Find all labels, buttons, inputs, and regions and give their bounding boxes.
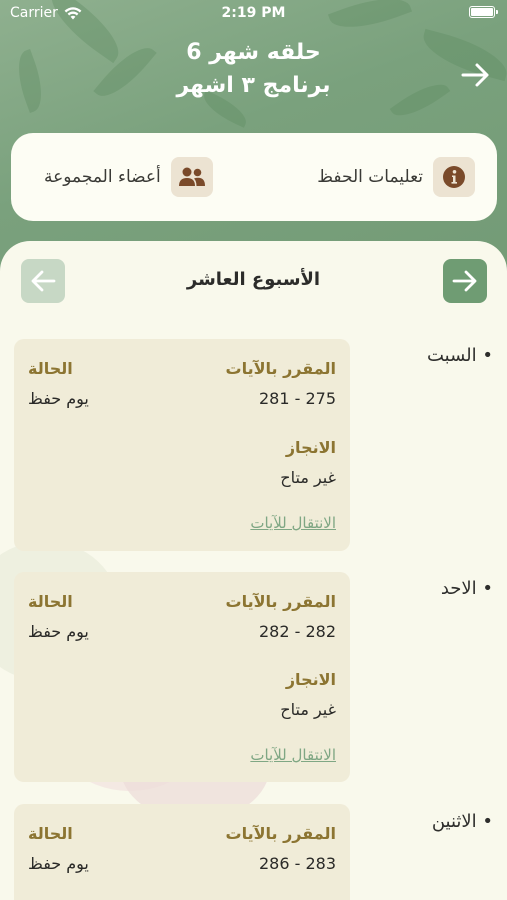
arrow-left-icon [31, 270, 56, 292]
status-label: الحالة [28, 824, 73, 843]
clock: 2:19 PM [221, 5, 286, 21]
status-value: يوم حفظ [28, 389, 89, 408]
status-bar: Carrier 2:19 PM [0, 0, 507, 30]
status-label: الحالة [28, 592, 73, 611]
achievement-label: الانجاز [285, 670, 336, 689]
week-title: الأسبوع العاشر [186, 269, 321, 290]
group-icon [178, 167, 205, 186]
go-to-verses-link[interactable]: الانتقال للآيات [250, 514, 336, 532]
assigned-label: المقرر بالآيات [225, 359, 337, 378]
day-label: • الاثنين [431, 811, 493, 832]
instructions-label: تعليمات الحفظ [317, 167, 423, 187]
previous-week-button[interactable] [21, 259, 65, 303]
go-to-verses-link[interactable]: الانتقال للآيات [250, 746, 336, 764]
day-card: المقرر بالآيات الحالة 275 - 281 يوم حفظ … [14, 339, 350, 551]
day-card: المقرر بالآيات الحالة 282 - 282 يوم حفظ … [14, 572, 350, 782]
program-title: برنامج ٣ اشهر [176, 73, 331, 98]
assigned-value: 275 - 281 [258, 389, 336, 408]
members-label: أعضاء المجموعة [44, 167, 161, 187]
group-icon-box [170, 157, 213, 197]
achievement-label: الانجاز [285, 438, 336, 457]
memorization-instructions-button[interactable]: تعليمات الحفظ [317, 157, 475, 197]
assigned-label: المقرر بالآيات [225, 824, 337, 843]
status-label: الحالة [28, 359, 73, 378]
assigned-value: 283 - 286 [258, 854, 336, 873]
achievement-value: غير متاح [280, 468, 336, 487]
circle-title: حلقه شهر 6 [186, 40, 321, 65]
week-navigation: الأسبوع العاشر [0, 259, 507, 303]
assigned-value: 282 - 282 [258, 622, 336, 641]
week-sheet: الأسبوع العاشر • السبت المقرر بالآيات ال… [0, 241, 507, 900]
page-title: حلقه شهر 6 برنامج ٣ اشهر [0, 40, 507, 98]
battery-icon [469, 6, 498, 18]
day-card: المقرر بالآيات الحالة 283 - 286 يوم حفظ [14, 804, 350, 900]
quick-actions-card: تعليمات الحفظ أعضاء المجموعة [11, 133, 497, 221]
achievement-value: غير متاح [280, 700, 336, 719]
info-icon [443, 166, 465, 188]
arrow-right-icon[interactable] [459, 58, 493, 92]
status-value: يوم حفظ [28, 854, 89, 873]
group-members-button[interactable]: أعضاء المجموعة [44, 157, 213, 197]
assigned-label: المقرر بالآيات [225, 592, 337, 611]
day-label: • الاحد [440, 578, 493, 599]
day-label: • السبت [427, 345, 493, 366]
info-icon-box [433, 157, 475, 197]
status-value: يوم حفظ [28, 622, 89, 641]
